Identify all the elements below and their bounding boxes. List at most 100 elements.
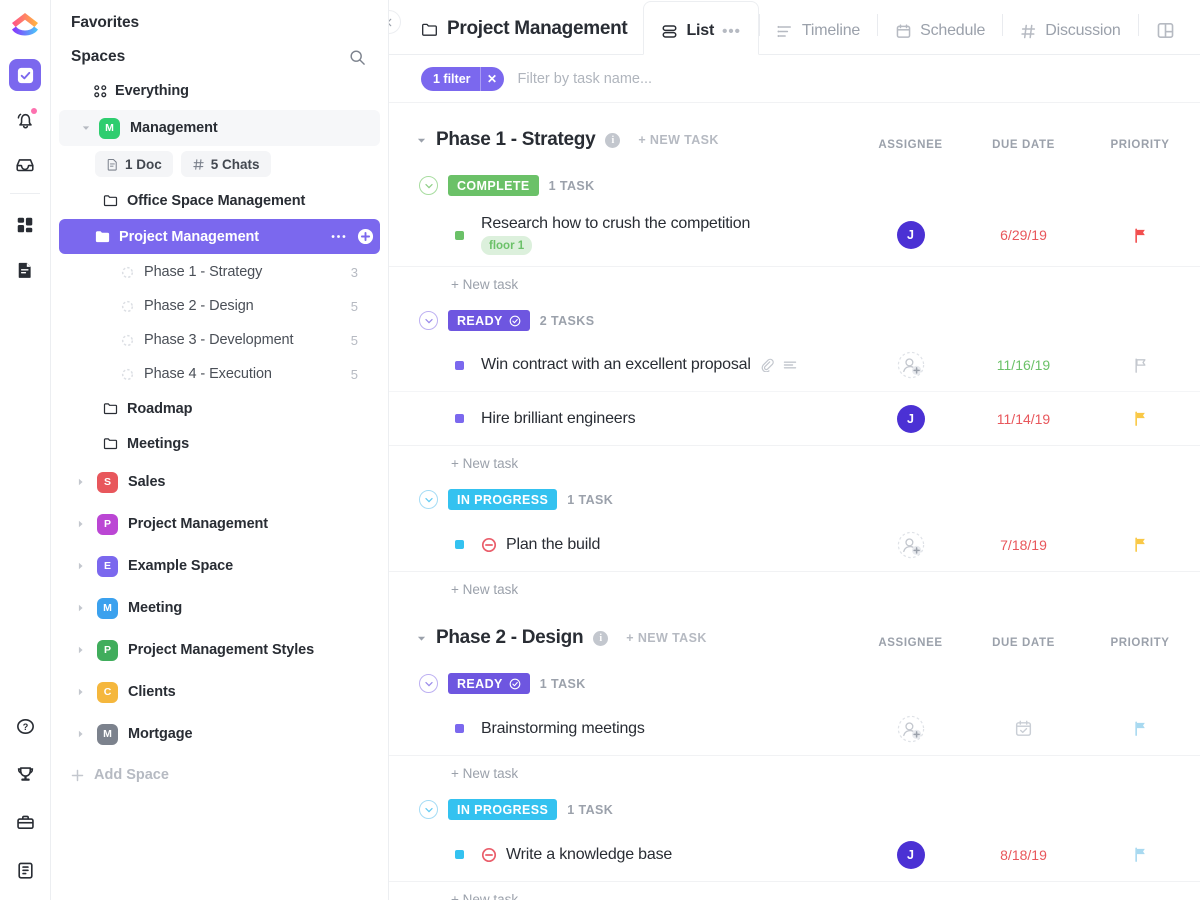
- table-row[interactable]: Research how to crush the competition fl…: [389, 204, 1200, 266]
- assignee-cell[interactable]: [854, 531, 967, 559]
- more-options-icon[interactable]: [331, 234, 346, 239]
- assignee-cell[interactable]: J: [854, 221, 967, 249]
- sidebar-space-sales[interactable]: S Sales: [57, 461, 382, 503]
- table-row[interactable]: Write a knowledge base J 8/18/19: [389, 828, 1200, 881]
- group-collapse-icon[interactable]: [419, 674, 438, 693]
- tab-discussion[interactable]: Discussion: [1003, 0, 1137, 54]
- description-icon[interactable]: [783, 359, 797, 371]
- rail-item-help[interactable]: ?: [10, 710, 42, 742]
- add-task-row[interactable]: + New task: [389, 881, 1200, 900]
- due-date-cell[interactable]: [967, 719, 1080, 738]
- chevron-down-icon[interactable]: [417, 634, 426, 643]
- table-row[interactable]: Win contract with an excellent proposal: [389, 339, 1200, 392]
- rail-item-dashboards[interactable]: [9, 209, 41, 241]
- sidebar-folder-office-space-management[interactable]: Office Space Management: [59, 183, 380, 218]
- assignee-cell[interactable]: [854, 351, 967, 379]
- info-icon[interactable]: i: [593, 631, 608, 646]
- assignee-cell[interactable]: J: [854, 841, 967, 869]
- sidebar-space-mortgage[interactable]: M Mortgage: [57, 713, 382, 755]
- status-badge[interactable]: READY: [448, 673, 530, 694]
- sidebar-space-meeting[interactable]: M Meeting: [57, 587, 382, 629]
- rail-item-docs[interactable]: [9, 254, 41, 286]
- assignee-cell[interactable]: [854, 715, 967, 743]
- add-task-row[interactable]: + New task: [389, 266, 1200, 296]
- due-date-cell[interactable]: 7/18/19: [967, 537, 1080, 553]
- status-badge[interactable]: IN PROGRESS: [448, 799, 557, 820]
- chevron-down-icon[interactable]: [79, 124, 93, 132]
- priority-cell[interactable]: [1080, 227, 1200, 244]
- phase-header[interactable]: Phase 1 - Strategy i + NEW TASK: [389, 103, 1200, 161]
- rail-item-reports[interactable]: [10, 854, 42, 886]
- sidebar-item-phase-1[interactable]: Phase 1 - Strategy 3: [59, 255, 380, 289]
- due-date-cell[interactable]: 11/16/19: [967, 357, 1080, 373]
- sidebar-item-phase-3[interactable]: Phase 3 - Development 5: [59, 323, 380, 357]
- add-list-icon[interactable]: [357, 228, 374, 245]
- chevron-right-icon[interactable]: [71, 646, 89, 654]
- clear-filter-icon[interactable]: ✕: [480, 67, 504, 91]
- priority-cell[interactable]: [1080, 536, 1200, 553]
- breadcrumb[interactable]: Project Management: [389, 18, 643, 54]
- group-collapse-icon[interactable]: [419, 176, 438, 195]
- active-filter-pill[interactable]: 1 filter ✕: [421, 67, 504, 91]
- tab-list[interactable]: List •••: [643, 1, 758, 55]
- assignee-cell[interactable]: J: [854, 405, 967, 433]
- task-tag[interactable]: floor 1: [481, 236, 532, 255]
- sidebar-item-phase-2[interactable]: Phase 2 - Design 5: [59, 289, 380, 323]
- group-collapse-icon[interactable]: [419, 490, 438, 509]
- chevron-right-icon[interactable]: [71, 688, 89, 696]
- info-icon[interactable]: i: [605, 133, 620, 148]
- group-collapse-icon[interactable]: [419, 311, 438, 330]
- chevron-down-icon[interactable]: [417, 136, 426, 145]
- add-task-row[interactable]: + New task: [389, 445, 1200, 475]
- sidebar-folder-meetings[interactable]: Meetings: [59, 426, 380, 461]
- chevron-right-icon[interactable]: [71, 520, 89, 528]
- sidebar-item-everything[interactable]: Everything: [59, 73, 380, 109]
- rail-item-workspace[interactable]: [10, 806, 42, 838]
- sidebar-space-example-space[interactable]: E Example Space: [57, 545, 382, 587]
- due-date-cell[interactable]: 11/14/19: [967, 411, 1080, 427]
- sidebar-space-project-management[interactable]: P Project Management: [57, 503, 382, 545]
- chevron-right-icon[interactable]: [71, 730, 89, 738]
- new-task-button[interactable]: + NEW TASK: [638, 133, 719, 147]
- sidebar-space-project-management-styles[interactable]: P Project Management Styles: [57, 629, 382, 671]
- chevron-right-icon[interactable]: [71, 604, 89, 612]
- sidebar-folder-roadmap[interactable]: Roadmap: [59, 391, 380, 426]
- new-task-button[interactable]: + NEW TASK: [626, 631, 707, 645]
- pill-docs[interactable]: 1 Doc: [95, 151, 173, 177]
- chevron-right-icon[interactable]: [71, 562, 89, 570]
- tab-schedule[interactable]: Schedule: [878, 0, 1002, 54]
- tab-timeline[interactable]: Timeline: [760, 0, 877, 54]
- task-filter-input[interactable]: [518, 71, 838, 87]
- tab-overflow-icon[interactable]: •••: [722, 23, 741, 40]
- phase-header[interactable]: Phase 2 - Design i + NEW TASK: [389, 601, 1200, 659]
- clickup-logo-icon[interactable]: [5, 6, 45, 46]
- rail-item-achievements[interactable]: [10, 758, 42, 790]
- table-row[interactable]: Plan the build: [389, 518, 1200, 571]
- group-collapse-icon[interactable]: [419, 800, 438, 819]
- due-date-cell[interactable]: 6/29/19: [967, 227, 1080, 243]
- sidebar-item-management[interactable]: M Management: [59, 110, 380, 146]
- add-space-button[interactable]: Add Space: [51, 755, 388, 795]
- sidebar-space-clients[interactable]: C Clients: [57, 671, 382, 713]
- search-icon[interactable]: [349, 49, 366, 66]
- priority-cell[interactable]: [1080, 846, 1200, 863]
- status-badge[interactable]: IN PROGRESS: [448, 489, 557, 510]
- attachment-icon[interactable]: [760, 358, 774, 372]
- rail-item-notifications[interactable]: [9, 104, 41, 136]
- pill-chats[interactable]: 5 Chats: [181, 151, 271, 177]
- due-date-cell[interactable]: 8/18/19: [967, 847, 1080, 863]
- priority-cell[interactable]: [1080, 720, 1200, 737]
- sidebar-folder-project-management[interactable]: Project Management: [59, 219, 380, 254]
- rail-item-inbox[interactable]: [9, 149, 41, 181]
- chevron-right-icon[interactable]: [71, 478, 89, 486]
- sidebar-item-phase-4[interactable]: Phase 4 - Execution 5: [59, 357, 380, 391]
- table-row[interactable]: Hire brilliant engineers J 11/14/19: [389, 392, 1200, 445]
- add-task-row[interactable]: + New task: [389, 571, 1200, 601]
- rail-item-tasks[interactable]: [9, 59, 41, 91]
- priority-cell[interactable]: [1080, 357, 1200, 374]
- status-badge[interactable]: READY: [448, 310, 530, 331]
- status-badge[interactable]: COMPLETE: [448, 175, 539, 196]
- tab-board[interactable]: [1139, 0, 1192, 54]
- priority-cell[interactable]: [1080, 410, 1200, 427]
- table-row[interactable]: Brainstorming meetings: [389, 702, 1200, 755]
